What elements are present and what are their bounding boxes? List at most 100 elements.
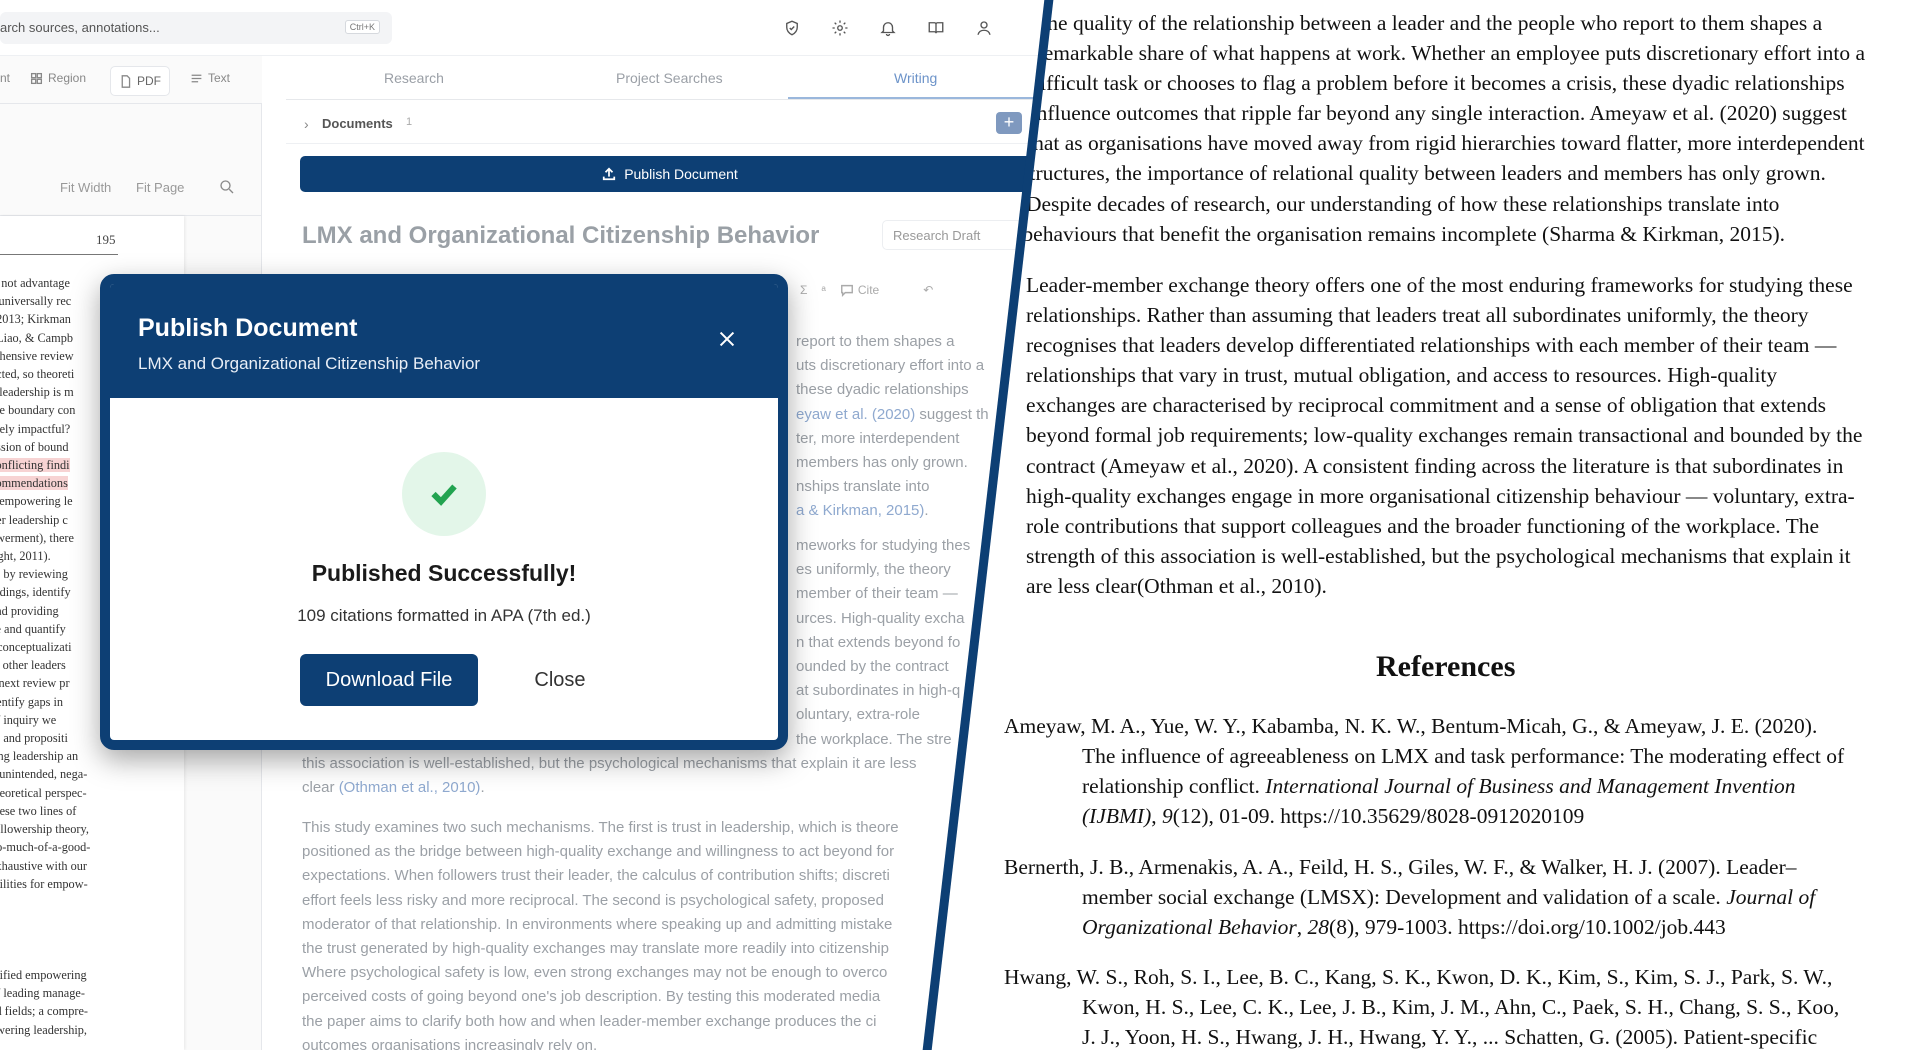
pdf-text-line: r conceptualizati [0,638,102,656]
chevron-right-icon[interactable]: › [304,116,309,132]
pdf-text-line: exhaustive with our [0,857,102,875]
citation-link[interactable]: (Othman et al., 2010) [339,779,481,796]
superscript-icon[interactable]: ᵃ [821,283,825,297]
pdf-text-fragment: d unintended, nega- [0,767,88,782]
reference-line: J. J., Yoon, H. S., Hwang, J. H., Hwang,… [1082,1025,1818,1050]
citation-link[interactable]: a & Kirkman, 2015) [796,502,924,519]
close-icon[interactable] [716,328,740,352]
book-icon[interactable] [924,16,948,40]
paper-line: hat as organisations have moved away fro… [1033,131,1865,156]
tab-writing[interactable]: Writing [894,70,937,86]
paper-line: nfluence outcomes that ripple far beyond… [1036,101,1847,126]
sigma-button[interactable]: Σ [800,283,807,297]
pdf-text-fragment: ere boundary con [0,403,76,418]
top-bar: arch sources, annotations... Ctrl+K [0,0,1040,56]
bell-icon[interactable] [876,16,900,40]
paper-line: behaviours that benefit the organisation… [1022,221,1786,246]
documents-section[interactable]: › Documents 1 + [286,104,1040,144]
pdf-text-line: ucted, so theoreti [0,365,102,383]
pdf-zoom-bar: Fit Width Fit Page [0,160,262,216]
pdf-text-fragment: ntified empowering [0,968,87,982]
pdf-text-fragment: ucted, so theoreti [0,367,75,382]
pdf-text-line: owerment), there [0,529,102,547]
pdf-header-rule [0,254,118,255]
pdf-text-line: oo-much-of-a-good- [0,838,102,856]
reference-text: , [1151,804,1162,829]
editor-text: es uniformly, the theory [796,561,951,579]
pdf-text-fragment: ed fields; a compre- [0,1004,88,1019]
search-placeholder: arch sources, annotations... [0,20,160,35]
checkmark-icon [431,484,457,506]
pdf-text-line: conflicting findi [0,456,102,474]
undo-icon[interactable]: ↶ [923,283,933,297]
user-icon[interactable] [972,16,996,40]
editor-text: . [924,502,929,520]
tab-project-searches[interactable]: Project Searches [616,70,723,86]
reference-line: (IJBMI), 9(12), 01-09. https://10.35629/… [1004,801,1844,831]
reference-line: relationship conflict. International Jou… [1004,771,1844,801]
pdf-text-fragment: of inquiry we [0,712,57,727]
pdf-text-line: these two lines of [0,802,102,820]
pdf-text-fragment: 1) and propositi [0,731,68,746]
editor-text: members has only grown. [796,454,968,472]
pdf-text-line: of inquiry we [0,711,102,729]
pdf-text-line: her leadership c [0,511,102,529]
region-button[interactable]: Region [30,71,86,85]
search-icon[interactable] [218,178,236,196]
top-icons [780,16,996,40]
pdf-text-line: ntified empowering [0,966,102,984]
add-document-button[interactable]: + [996,112,1022,134]
editor-text: ter, more interdependent [796,429,960,447]
close-button[interactable]: Close [510,654,610,706]
pdf-text-fragment: , 2013; Kirkman [0,312,71,327]
editor-text: ounded by the contract [796,658,949,676]
draft-select[interactable]: Research Draft [882,220,1022,250]
success-title: Published Successfully! [311,560,577,586]
pdf-mode-button[interactable]: PDF [110,66,170,96]
tab-research[interactable]: Research [384,70,444,86]
cite-button[interactable]: Cite [840,283,879,297]
gear-icon[interactable] [828,16,852,40]
reference-entry: Ameyaw, M. A., Yue, W. Y., Kabamba, N. K… [1004,711,1844,831]
search-input[interactable]: arch sources, annotations... Ctrl+K [0,12,392,44]
reference-text: relationship conflict. [1082,774,1266,799]
pdf-text-line: commendations [0,474,102,492]
pdf-text-fragment: ussion of bound [0,439,69,454]
fit-width-button[interactable]: Fit Width [60,180,111,195]
editor-line: This study examines two such mechanisms.… [302,819,899,836]
paper-line: are less clear(Othman et al., 2010). [1026,573,1327,598]
pdf-page-number: 195 [96,232,116,247]
fit-page-button[interactable]: Fit Page [136,180,184,195]
citation-link[interactable]: eyaw et al. (2020) [796,406,915,423]
editor-paragraph-3[interactable]: This study examines two such mechanisms.… [302,816,1040,1050]
toolbar-item-partial[interactable]: nt [0,71,10,85]
shield-icon[interactable] [780,16,804,40]
pdf-text-fragment: g leadership is m [0,385,74,400]
reference-entry: Bernerth, J. B., Armenakis, A. A., Feild… [1004,852,1815,942]
pdf-text-line: theoretical perspec- [0,784,102,802]
pdf-text-fragment: d empowering le [0,494,73,509]
document-title[interactable]: LMX and Organizational Citizenship Behav… [302,222,819,250]
editor-line: expectations. When followers trust their… [302,867,890,885]
modal-subtitle: LMX and Organizational Citizenship Behav… [138,354,481,373]
pdf-toolbar: nt Region PDF Text [0,56,262,104]
pdf-text-fragment: owering leadership, [0,1022,87,1037]
lines-icon [191,74,202,82]
editor-paragraph-2-tail[interactable]: this association is well-established, bu… [302,752,1040,800]
reference-line: member social exchange (LMSX): Developme… [1004,882,1815,912]
reference-volume: 9 [1161,804,1173,829]
reference-line: Organizational Behavior, 28(8), 979-1003… [1004,912,1815,942]
text-mode-button[interactable]: Text [190,71,230,85]
pdf-text-fragment: oo-much-of-a-good- [0,840,91,855]
pdf-text-fragment: right, 2011). [0,549,51,564]
paper-paragraph-2: Leader-member exchange theory offers one… [1026,270,1862,601]
pdf-text-fragment: her leadership c [0,512,68,527]
pdf-text-line: ze and quantify [0,620,102,638]
document-icon [121,74,131,88]
pdf-text-line: e next review pr [0,674,102,692]
pdf-text-fragment: theoretical perspec- [0,785,87,800]
pdf-text-line: e universally rec [0,292,102,310]
pdf-text-line: is not advantage [0,274,102,292]
publish-document-button[interactable]: Publish Document [300,156,1040,192]
download-file-button[interactable]: Download File [300,654,478,706]
